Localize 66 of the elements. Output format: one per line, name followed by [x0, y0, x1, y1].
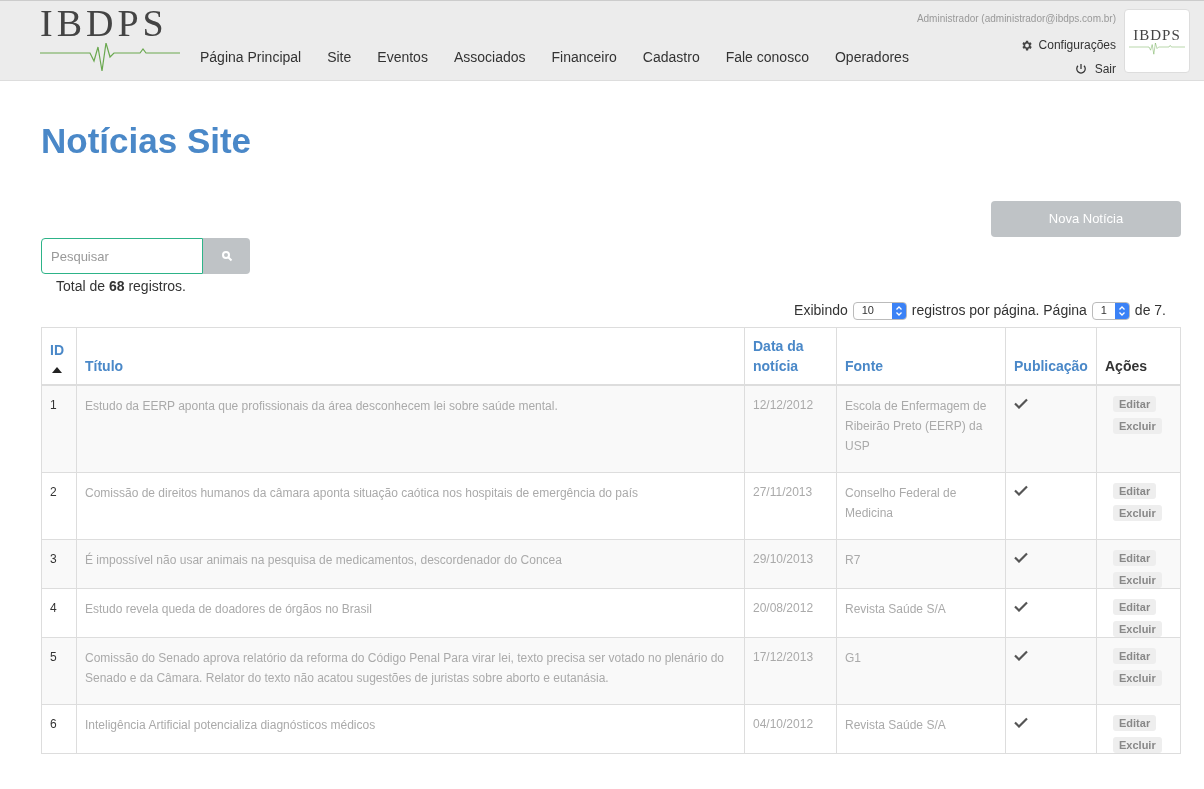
title-cell: Estudo revela queda de doadores de órgãos no Brasil [76, 588, 745, 638]
date-cell: 17/12/2013 [744, 637, 837, 705]
edit-button[interactable]: Editar [1113, 550, 1157, 566]
power-icon [1074, 63, 1087, 75]
column-header: Ações [1105, 357, 1149, 376]
source-cell: G1 [836, 637, 1006, 705]
id-cell: 6 [41, 704, 77, 754]
date-cell: 27/11/2013 [744, 472, 837, 540]
page-count: de 7. [1134, 301, 1166, 320]
edit-button[interactable]: Editar [1113, 599, 1157, 615]
nav-link[interactable]: Associados [453, 47, 526, 68]
source-cell: Revista Saúde S/A [836, 588, 1006, 638]
nav-link[interactable]: Fale conosco [725, 47, 809, 68]
source-cell: R7 [836, 539, 1006, 589]
delete-button[interactable]: Excluir [1113, 670, 1162, 686]
title-cell: Inteligência Artificial potencializa diagnósticos médicos [76, 704, 745, 754]
nav-link[interactable]: Página Principal [200, 47, 302, 68]
source-cell: Revista Saúde S/A [836, 704, 1006, 754]
search-field[interactable]: Pesquisar [41, 238, 203, 274]
source-cell: Conselho Federal de Medicina [836, 472, 1006, 540]
settings-link[interactable]: Configurações [1019, 36, 1116, 54]
nav-link[interactable]: Site [327, 47, 352, 68]
page-select[interactable]: 1 [1091, 301, 1130, 320]
delete-button[interactable]: Excluir [1113, 572, 1162, 588]
edit-button[interactable]: Editar [1113, 715, 1157, 731]
delete-button[interactable]: Excluir [1113, 737, 1162, 753]
badge-logo-text: IBDPS [1133, 26, 1181, 43]
stepper-icon [894, 305, 903, 316]
search-icon [220, 250, 233, 262]
id-cell: 4 [41, 588, 77, 638]
date-cell: 04/10/2012 [744, 704, 837, 754]
per-page-label: registros por página. Página [911, 301, 1087, 320]
page-title: Notícias Site [41, 120, 253, 162]
id-cell: 5 [41, 637, 77, 705]
heartbeat-line-icon [40, 43, 180, 73]
total-records: Total de 68 registros. [56, 277, 187, 296]
logout-link[interactable]: Sair [1074, 60, 1116, 78]
delete-button[interactable]: Excluir [1113, 505, 1162, 521]
nav-link[interactable]: Financeiro [551, 47, 617, 68]
edit-button[interactable]: Editar [1113, 648, 1157, 664]
id-cell: 2 [41, 472, 77, 540]
nav-link[interactable]: Eventos [377, 47, 428, 68]
delete-button[interactable]: Excluir [1113, 418, 1162, 434]
per-page-select[interactable]: 10 [852, 301, 907, 320]
site-logo[interactable]: IBDPS [40, 3, 180, 43]
nav-link[interactable]: Cadastro [642, 47, 700, 68]
id-cell: 1 [41, 385, 77, 473]
nav-link[interactable]: Operadores [834, 47, 909, 68]
title-cell: Estudo da EERP aponta que profissionais da área desconhecem lei sobre saúde mental. [76, 385, 745, 473]
title-cell: Comissão de direitos humanos da câmara aponta situação caótica nos hospitais de emergência do país [76, 472, 745, 540]
column-sort-link[interactable]: ID [50, 340, 68, 360]
edit-button[interactable]: Editar [1113, 483, 1157, 499]
edit-button[interactable]: Editar [1113, 396, 1157, 412]
date-cell: 20/08/2012 [744, 588, 837, 638]
date-cell: 12/12/2012 [744, 385, 837, 473]
title-cell: É impossível não usar animais na pesquisa de medicamentos, descordenador do Concea [76, 539, 745, 589]
stepper-icon [1117, 305, 1126, 316]
title-cell: Comissão do Senado aprova relatório da reforma do Código Penal Para virar lei, texto precisa ser votado no plenário do Senado e da Câmara. Relator do texto não acatou sugestões de juristas sobre aborto e eutanásia. [76, 637, 745, 705]
search-button[interactable] [203, 238, 250, 274]
heartbeat-line-icon [1129, 42, 1185, 55]
delete-button[interactable]: Excluir [1113, 621, 1162, 637]
source-cell: Escola de Enfermagem de Ribeirão Preto (EERP) da USP [836, 385, 1006, 473]
user-name: Administrador (administrador@ibdps.com.br) [916, 12, 1116, 26]
id-cell: 3 [41, 539, 77, 589]
date-cell: 29/10/2013 [744, 539, 837, 589]
showing-label: Exibindo [794, 301, 848, 320]
